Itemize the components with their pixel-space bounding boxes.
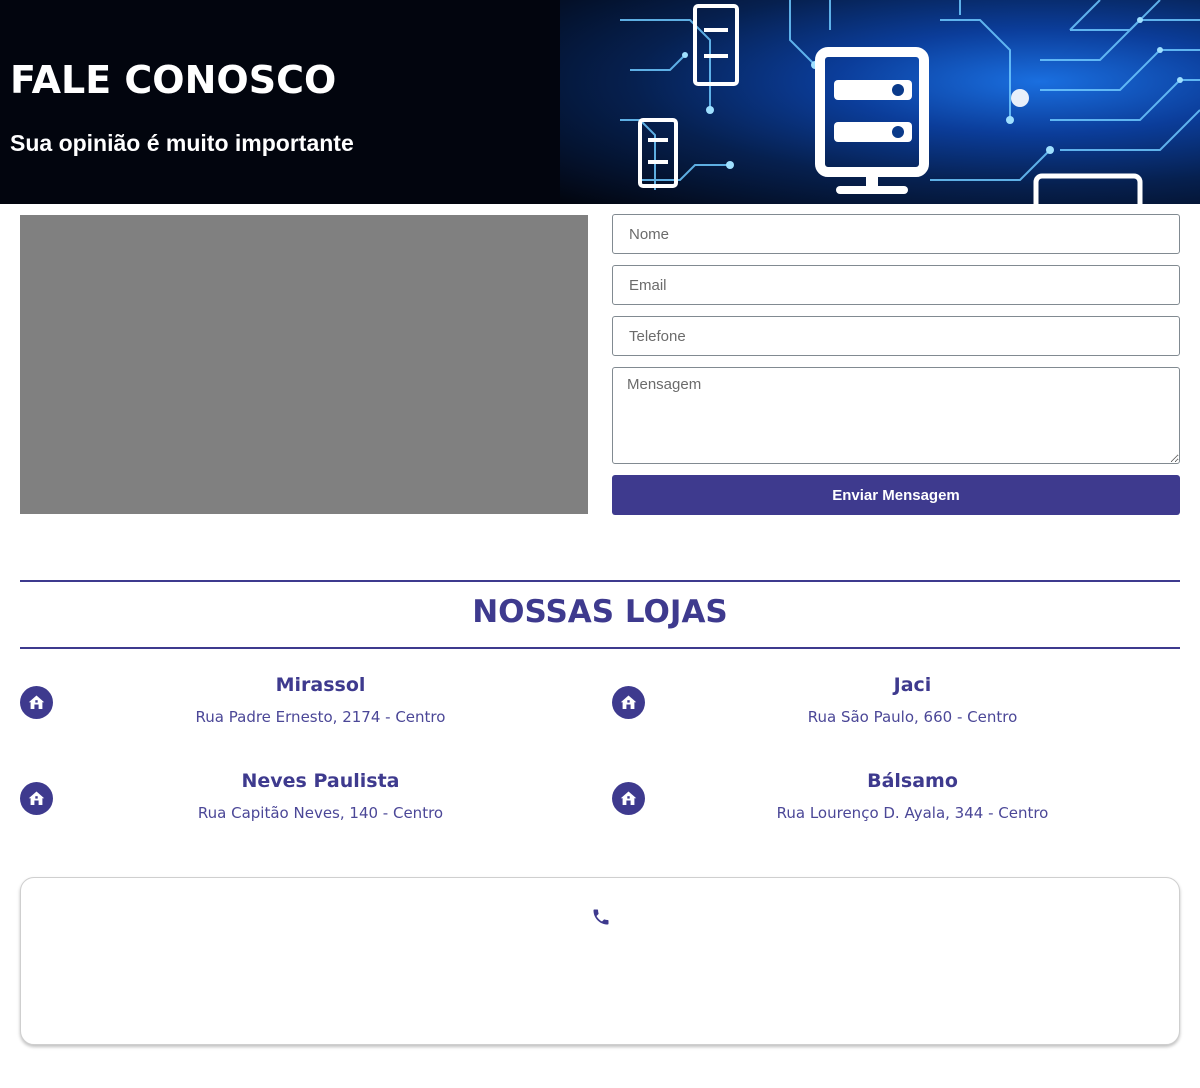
page-title: FALE CONOSCO [10,58,337,102]
hero-banner: FALE CONOSCO Sua opinião é muito importa… [0,0,1200,204]
store-address: Rua Lourenço D. Ayala, 344 - Centro [776,804,1049,822]
store-address: Rua São Paulo, 660 - Centro [807,708,1018,726]
contact-form: Enviar Mensagem [612,214,1180,515]
section-divider-bottom [20,647,1180,649]
store-name: Bálsamo [867,770,958,792]
store-name: Mirassol [275,674,366,696]
store-card: Neves Paulista Rua Capitão Neves, 140 - … [20,770,588,840]
phone-icon[interactable] [591,907,611,927]
store-address: Rua Capitão Neves, 140 - Centro [197,804,444,822]
name-field[interactable] [612,214,1180,254]
section-title: NOSSAS LOJAS [472,594,728,630]
store-card: Bálsamo Rua Lourenço D. Ayala, 344 - Cen… [612,770,1180,840]
store-card: Jaci Rua São Paulo, 660 - Centro [612,674,1180,744]
contact-card [20,877,1180,1045]
page-subtitle: Sua opinião é muito importante [10,130,354,156]
home-icon [20,686,53,719]
home-icon [612,686,645,719]
section-divider-top [20,580,1180,582]
server-circuit-illustration [620,0,1200,204]
phone-field[interactable] [612,316,1180,356]
store-name: Jaci [893,674,932,696]
store-card: Mirassol Rua Padre Ernesto, 2174 - Centr… [20,674,588,744]
email-field[interactable] [612,265,1180,305]
store-name: Neves Paulista [241,770,400,792]
map-placeholder[interactable] [20,215,588,514]
submit-button[interactable]: Enviar Mensagem [612,475,1180,515]
store-address: Rua Padre Ernesto, 2174 - Centro [195,708,446,726]
home-icon [20,782,53,815]
message-field[interactable] [612,367,1180,464]
home-icon [612,782,645,815]
